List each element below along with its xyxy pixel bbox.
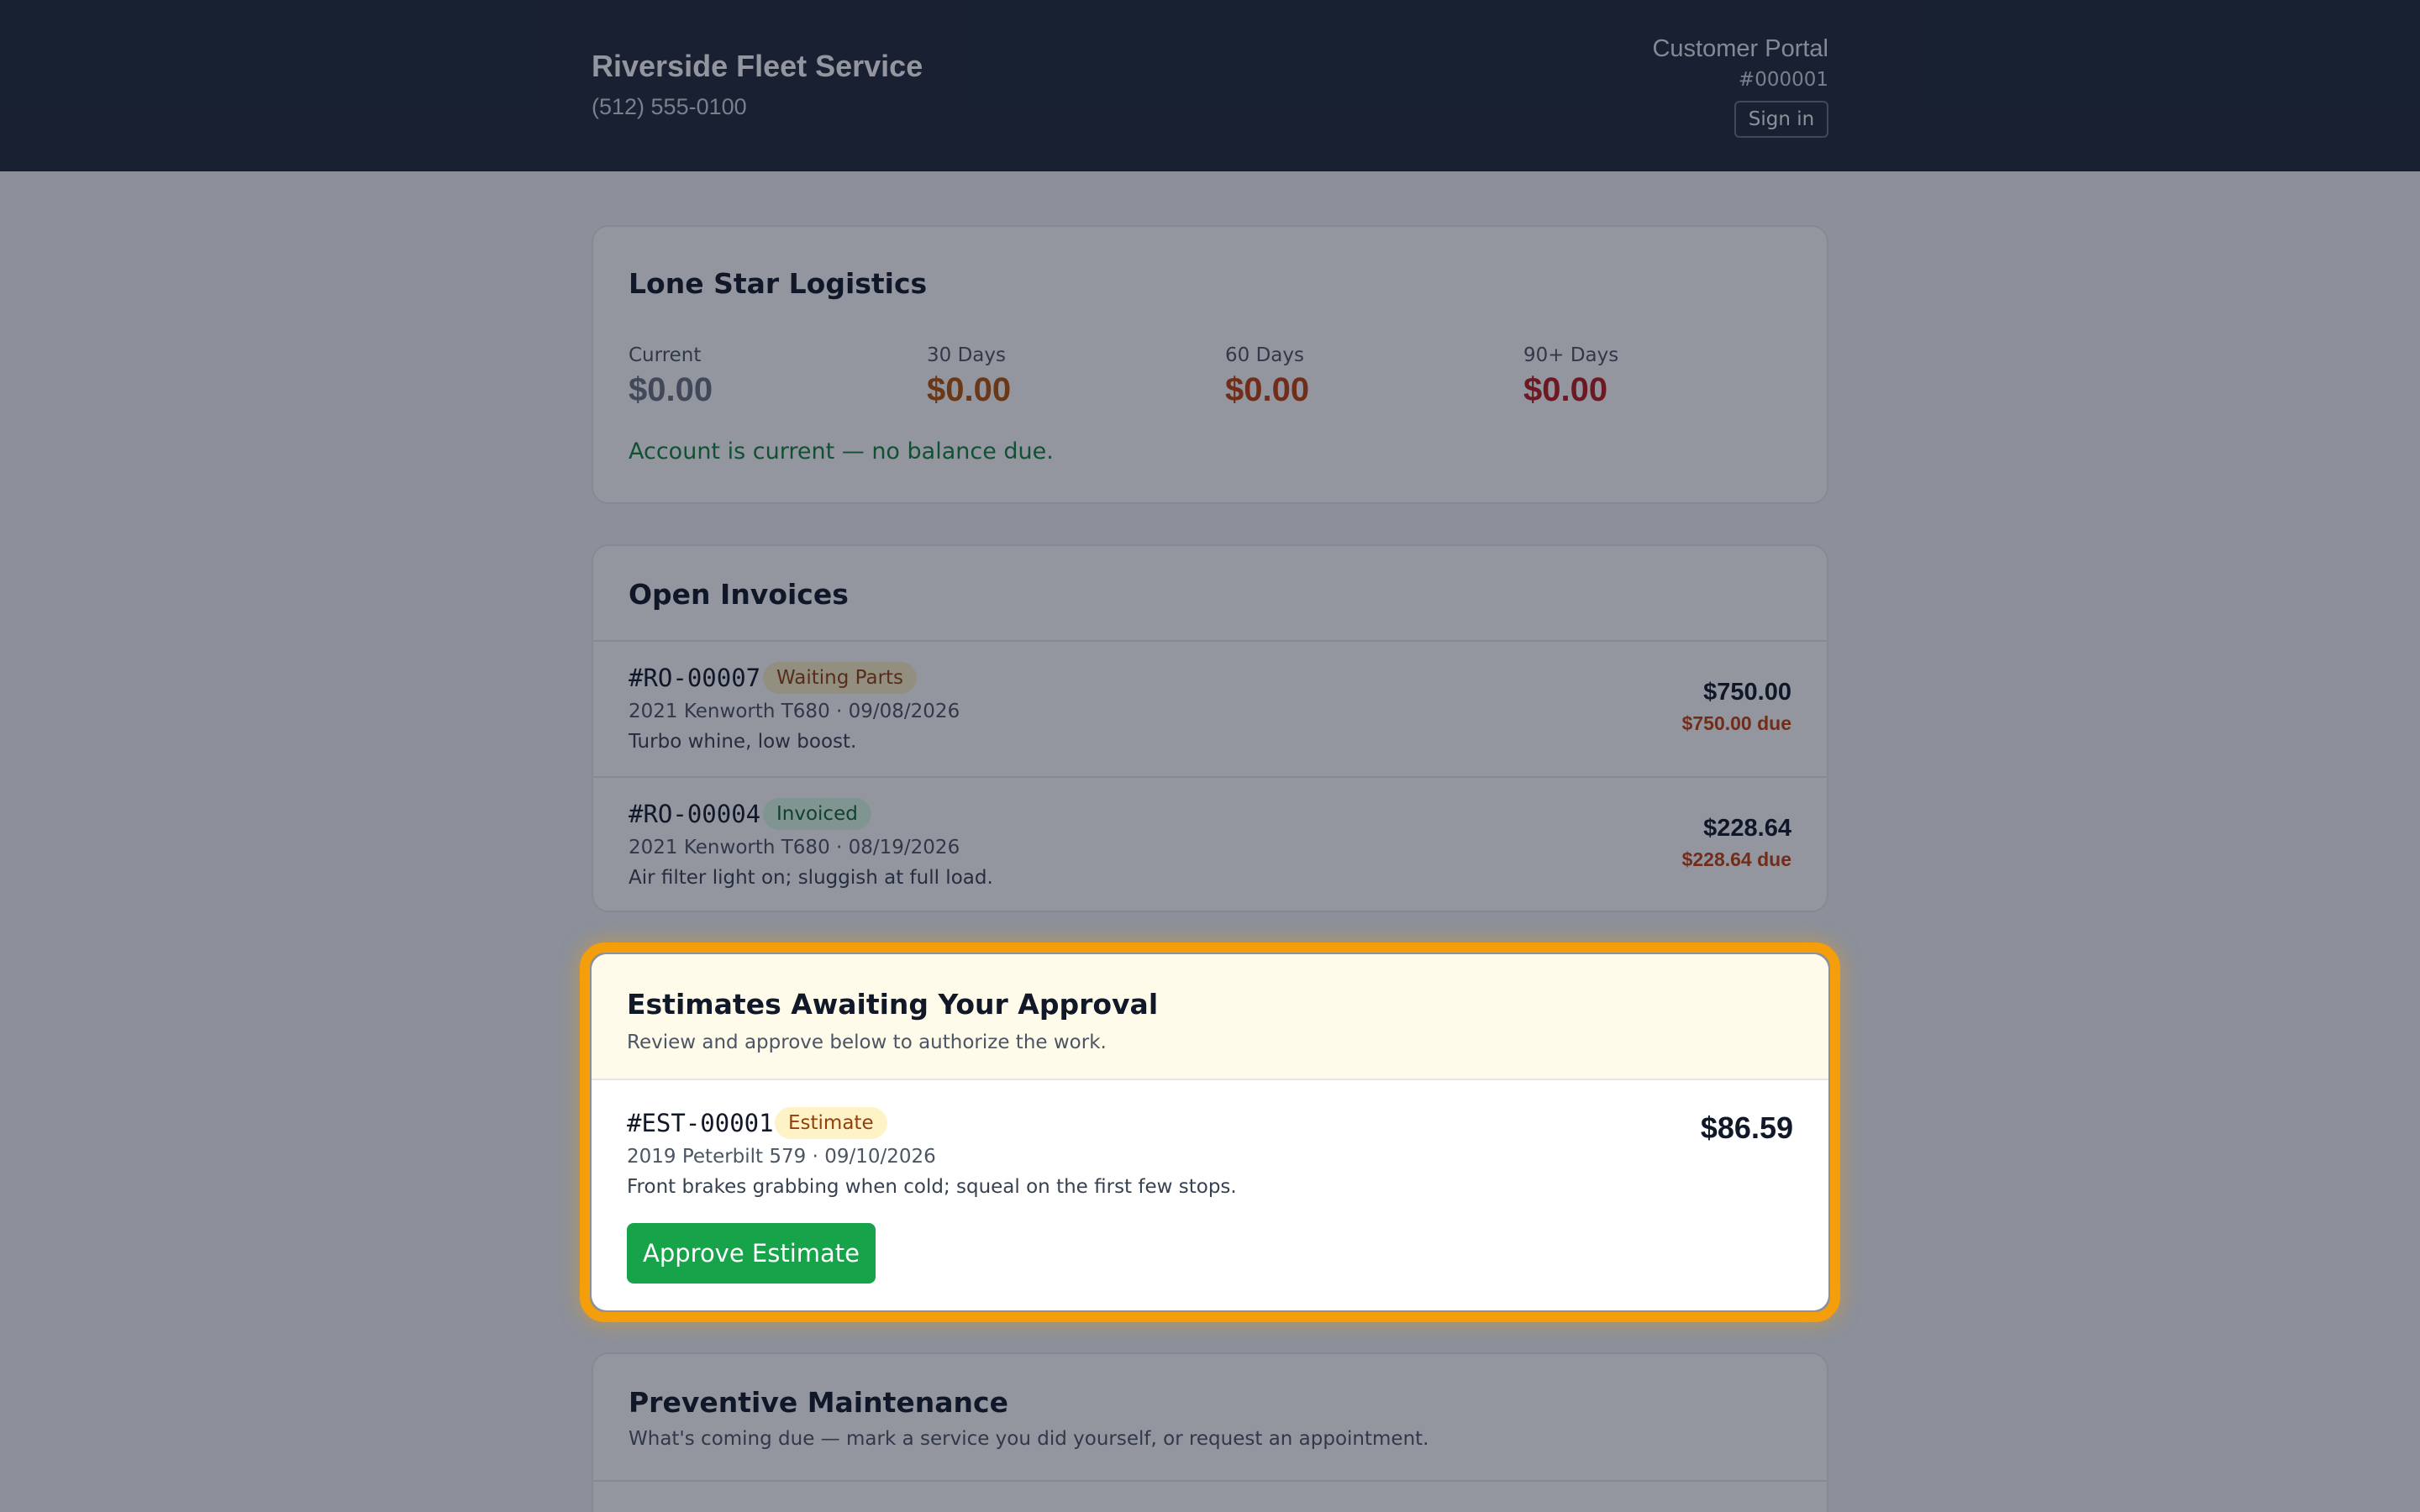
divider: [593, 1480, 1827, 1482]
invoice-note: Turbo whine, low boost.: [629, 731, 857, 753]
account-summary-card: Lone Star Logistics Current $0.00 30 Day…: [592, 225, 1828, 504]
invoice-amount: $228.64: [1703, 815, 1791, 842]
estimate-amount: $86.59: [1700, 1110, 1793, 1145]
aging-value: $0.00: [1225, 371, 1310, 408]
shop-phone[interactable]: (512) 555-0100: [592, 94, 747, 120]
invoice-amount-due: $750.00 due: [1681, 712, 1791, 734]
maintenance-subtitle: What's coming due — mark a service you d…: [629, 1428, 1429, 1450]
customer-name: Lone Star Logistics: [629, 267, 928, 300]
invoice-id: #RO-00004: [629, 800, 761, 828]
invoice-note: Air filter light on; sluggish at full lo…: [629, 867, 993, 889]
shop-name: Riverside Fleet Service: [592, 49, 923, 83]
status-badge: Estimate: [775, 1107, 887, 1139]
aging-current: Current $0.00: [629, 344, 713, 409]
status-badge: Waiting Parts: [763, 662, 918, 694]
estimate-note: Front brakes grabbing when cold; squeal …: [627, 1176, 1237, 1198]
portal-id: #000001: [1738, 69, 1828, 91]
invoice-amount-due: $228.64 due: [1681, 848, 1791, 870]
preventive-maintenance-card: Preventive Maintenance What's coming due…: [592, 1352, 1828, 1512]
estimates-card: Estimates Awaiting Your Approval Review …: [592, 954, 1828, 1310]
invoice-amount: $750.00: [1703, 679, 1791, 706]
header-inner: Riverside Fleet Service (512) 555-0100 C…: [592, 0, 1828, 171]
estimate-id: #EST-00001: [627, 1109, 774, 1137]
portal-label: Customer Portal: [1652, 35, 1828, 62]
aging-value: $0.00: [629, 371, 713, 408]
portal-header: Riverside Fleet Service (512) 555-0100 C…: [0, 0, 2420, 171]
approve-estimate-button[interactable]: Approve Estimate: [627, 1223, 876, 1284]
open-invoices-title: Open Invoices: [629, 578, 849, 611]
aging-label: Current: [629, 344, 702, 366]
estimates-header: Estimates Awaiting Your Approval Review …: [592, 954, 1828, 1080]
invoice-row[interactable]: #RO-00004 Invoiced 2021 Kenworth T680 · …: [593, 778, 1827, 912]
maintenance-title: Preventive Maintenance: [629, 1386, 1008, 1419]
aging-30-days: 30 Days $0.00: [927, 344, 1011, 409]
invoice-meta: 2021 Kenworth T680 · 08/19/2026: [629, 837, 960, 858]
status-badge: Invoiced: [763, 798, 871, 830]
invoice-id: #RO-00007: [629, 664, 761, 692]
aging-value: $0.00: [927, 371, 1012, 408]
estimates-subtitle: Review and approve below to authorize th…: [627, 1032, 1107, 1053]
estimate-meta: 2019 Peterbilt 579 · 09/10/2026: [627, 1146, 936, 1168]
aging-value: $0.00: [1523, 371, 1608, 408]
aging-label: 90+ Days: [1523, 344, 1619, 366]
aging-label: 60 Days: [1225, 344, 1304, 366]
aging-60-days: 60 Days $0.00: [1225, 344, 1309, 409]
estimates-title: Estimates Awaiting Your Approval: [627, 988, 1159, 1021]
aging-label: 30 Days: [927, 344, 1006, 366]
invoice-row[interactable]: #RO-00007 Waiting Parts 2021 Kenworth T6…: [593, 642, 1827, 776]
sign-in-button[interactable]: Sign in: [1734, 101, 1828, 138]
account-status-message: Account is current — no balance due.: [629, 438, 1054, 465]
open-invoices-card: Open Invoices #RO-00007 Waiting Parts 20…: [592, 544, 1828, 912]
invoice-meta: 2021 Kenworth T680 · 09/08/2026: [629, 701, 960, 722]
aging-90-plus-days: 90+ Days $0.00: [1523, 344, 1618, 409]
